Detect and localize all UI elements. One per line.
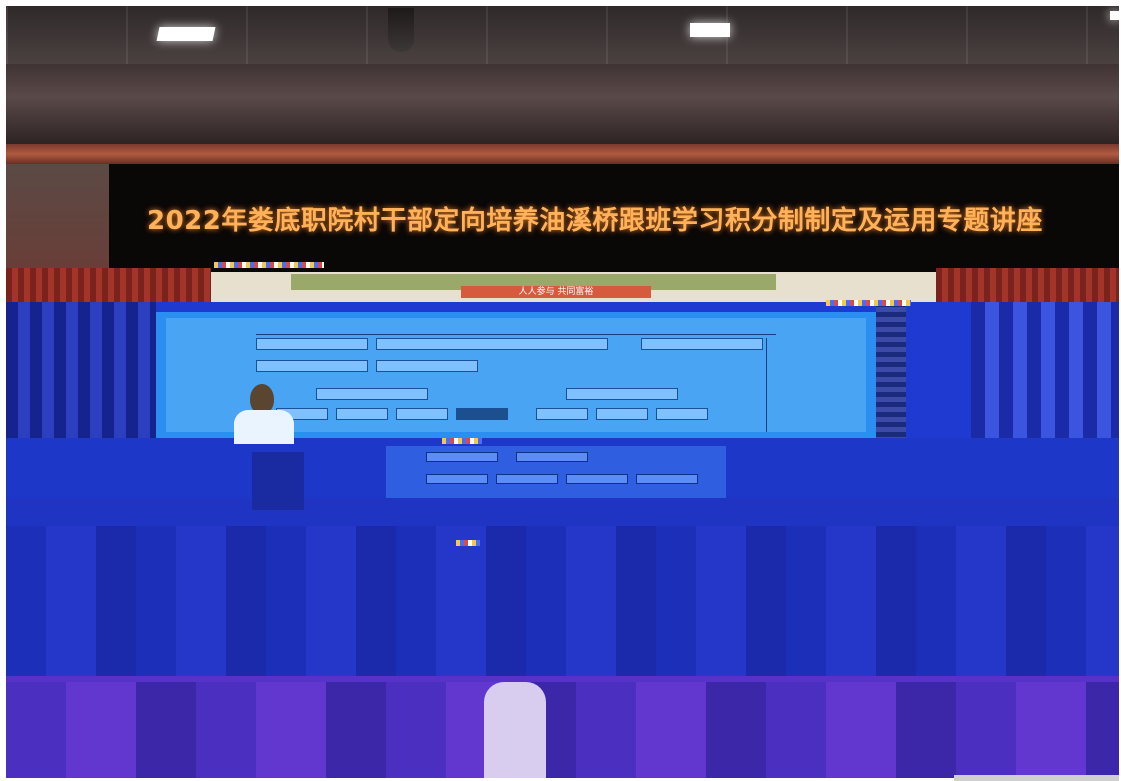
right-curtain-blue: [971, 302, 1119, 438]
flow-box: [426, 474, 488, 484]
flow-box: [566, 388, 678, 400]
glitch-noise: [214, 262, 324, 268]
audience-seating: [6, 526, 1119, 676]
flow-box: [566, 474, 628, 484]
flow-connector: [256, 334, 776, 335]
ceiling-beam: [6, 64, 1119, 146]
flow-box: [596, 408, 648, 420]
flow-box: [316, 388, 428, 400]
stage-valance: [6, 144, 1119, 164]
edge-bar: [954, 775, 1119, 781]
flow-box: [396, 408, 448, 420]
photo-frame: 2022年娄底职院村干部定向培养油溪桥跟班学习积分制制定及运用专题讲座 人人参与…: [6, 6, 1119, 778]
security-camera-icon: [388, 8, 414, 52]
projection-screen-lower: [386, 446, 726, 498]
slide-header-red: 人人参与 共同富裕: [461, 286, 651, 298]
flow-box: [536, 408, 588, 420]
photo-scene: 2022年娄底职院村干部定向培养油溪桥跟班学习积分制制定及运用专题讲座 人人参与…: [0, 0, 1121, 781]
audience-member: [484, 682, 546, 778]
ceiling: [6, 6, 1119, 151]
flow-box: [496, 474, 558, 484]
flow-box: [376, 360, 478, 372]
audience-foreground: [6, 682, 1119, 778]
decorative-pillar: [876, 302, 906, 438]
glitch-noise: [442, 438, 482, 444]
ceiling-light: [1110, 11, 1119, 20]
flow-connector: [766, 338, 767, 432]
flow-box: [376, 338, 608, 350]
banner-title: 2022年娄底职院村干部定向培养油溪桥跟班学习积分制制定及运用专题讲座: [147, 206, 1043, 236]
flow-box: [256, 360, 368, 372]
flow-box: [656, 408, 708, 420]
glitch-noise: [456, 540, 480, 546]
ceiling-light: [690, 23, 730, 37]
podium: [252, 452, 304, 510]
led-banner: 2022年娄底职院村干部定向培养油溪桥跟班学习积分制制定及运用专题讲座: [109, 164, 1119, 272]
flow-box: [336, 408, 388, 420]
left-curtain-blue: [6, 302, 156, 438]
flow-box: [256, 338, 368, 350]
glitch-noise: [826, 300, 911, 306]
flow-box: [641, 338, 763, 350]
flow-box: [456, 408, 508, 420]
ceiling-light: [156, 27, 216, 41]
slide-header-area: 人人参与 共同富裕: [211, 272, 936, 302]
flow-box: [636, 474, 698, 484]
flow-box: [426, 452, 498, 462]
flow-box: [516, 452, 588, 462]
speaker-body: [234, 410, 294, 444]
